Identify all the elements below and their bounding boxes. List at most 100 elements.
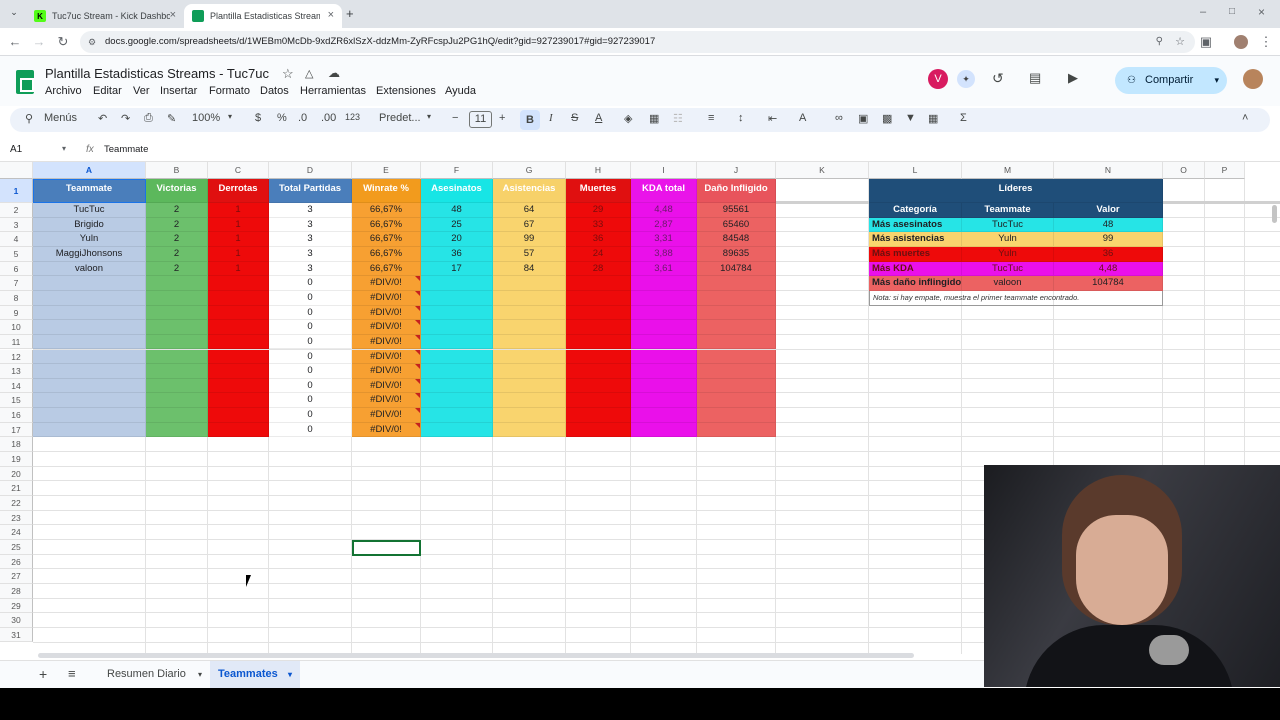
table-cell[interactable]: [697, 408, 776, 423]
header-cell[interactable]: Total Partidas: [269, 179, 352, 203]
print-icon[interactable]: ⎙: [144, 112, 153, 125]
table-cell[interactable]: Brigido: [33, 217, 146, 233]
table-cell[interactable]: [631, 290, 697, 306]
menu-editar[interactable]: Editar: [93, 85, 122, 97]
table-cell[interactable]: [208, 320, 269, 335]
merge-cells-icon[interactable]: ☷: [673, 112, 683, 125]
menu-ayuda[interactable]: Ayuda: [445, 85, 476, 97]
table-cell[interactable]: 99: [493, 232, 566, 247]
row-header-2[interactable]: 2: [0, 203, 33, 218]
header-cell[interactable]: Muertes: [566, 179, 631, 203]
bookmark-star-icon[interactable]: ☆: [1175, 31, 1185, 53]
column-header-m[interactable]: M: [962, 162, 1054, 179]
profile-avatar[interactable]: [1234, 35, 1248, 49]
table-cell[interactable]: 3,88: [631, 246, 697, 262]
column-header-o[interactable]: O: [1163, 162, 1205, 179]
paint-format-icon[interactable]: ✎: [167, 112, 176, 125]
column-header-b[interactable]: B: [146, 162, 208, 179]
table-cell[interactable]: 17: [421, 261, 493, 277]
share-button[interactable]: ⚇ Compartir ▾: [1115, 67, 1227, 94]
header-cell[interactable]: Winrate %: [352, 179, 421, 203]
table-cell[interactable]: [33, 422, 146, 438]
table-cell[interactable]: 0: [269, 305, 352, 321]
row-header-6[interactable]: 6: [0, 261, 33, 277]
new-tab-icon[interactable]: +: [346, 6, 354, 21]
table-cell[interactable]: [146, 276, 208, 291]
table-cell[interactable]: [208, 305, 269, 321]
row-header-3[interactable]: 3: [0, 217, 33, 233]
more-icon[interactable]: ⋮: [1258, 34, 1274, 50]
row-header-14[interactable]: 14: [0, 378, 33, 394]
table-cell[interactable]: 66,67%: [352, 246, 421, 262]
table-cell[interactable]: [631, 305, 697, 321]
table-cell[interactable]: [493, 378, 566, 394]
column-header-j[interactable]: J: [697, 162, 776, 179]
table-cell[interactable]: [566, 393, 631, 409]
column-header-f[interactable]: F: [421, 162, 493, 179]
all-sheets-icon[interactable]: ≡: [68, 666, 76, 681]
chevron-down-icon[interactable]: ▾: [288, 661, 292, 688]
column-header-p[interactable]: P: [1205, 162, 1245, 179]
table-cell[interactable]: [33, 378, 146, 394]
table-cell[interactable]: TucTuc: [33, 203, 146, 218]
table-cell[interactable]: [631, 378, 697, 394]
borders-icon[interactable]: ▦: [649, 112, 659, 125]
table-cell[interactable]: 66,67%: [352, 261, 421, 277]
leaders-cell[interactable]: Más daño inflingido: [869, 276, 962, 291]
column-header-a[interactable]: A: [33, 162, 146, 179]
zoom-select[interactable]: 100%: [192, 112, 220, 124]
row-header-13[interactable]: 13: [0, 364, 33, 379]
add-sheet-icon[interactable]: +: [39, 666, 47, 682]
leaders-cell[interactable]: Yuln: [962, 246, 1054, 262]
rotate-icon[interactable]: A: [799, 112, 806, 124]
table-cell[interactable]: 0: [269, 334, 352, 350]
row-header-12[interactable]: 12: [0, 349, 33, 365]
table-cell[interactable]: 29: [566, 203, 631, 218]
table-cell[interactable]: #DIV/0!: [352, 276, 421, 291]
cloud-status-icon[interactable]: ☁: [328, 66, 340, 80]
table-cell[interactable]: 3: [269, 203, 352, 218]
table-cell[interactable]: 64: [493, 203, 566, 218]
header-cell[interactable]: Daño Infligido: [697, 179, 776, 203]
table-cell[interactable]: [208, 378, 269, 394]
table-cell[interactable]: MaggiJhonsons: [33, 246, 146, 262]
row-header-24[interactable]: 24: [0, 525, 33, 540]
leaders-cell[interactable]: TucTuc: [962, 217, 1054, 233]
table-cell[interactable]: #DIV/0!: [352, 393, 421, 409]
table-cell[interactable]: 20: [421, 232, 493, 247]
table-cell[interactable]: 2: [146, 261, 208, 277]
table-cell[interactable]: [146, 349, 208, 365]
table-cell[interactable]: 4,48: [631, 203, 697, 218]
browser-tab-sheets[interactable]: Plantilla Estadisticas Streams - ×: [184, 4, 342, 28]
menu-insertar[interactable]: Insertar: [160, 85, 197, 97]
back-icon[interactable]: ←: [7, 34, 23, 50]
table-cell[interactable]: [208, 290, 269, 306]
minimize-icon[interactable]: –: [1200, 6, 1206, 18]
table-cell[interactable]: [697, 334, 776, 350]
table-cell[interactable]: 84: [493, 261, 566, 277]
row-header-17[interactable]: 17: [0, 422, 33, 438]
table-cell[interactable]: #DIV/0!: [352, 364, 421, 379]
row-header-21[interactable]: 21: [0, 481, 33, 496]
close-icon[interactable]: ×: [328, 9, 334, 21]
table-cell[interactable]: [146, 334, 208, 350]
header-cell[interactable]: Asesinatos: [421, 179, 493, 203]
table-cell[interactable]: 3,61: [631, 261, 697, 277]
table-cell[interactable]: 1: [208, 261, 269, 277]
column-header-e[interactable]: E: [352, 162, 421, 179]
table-cell[interactable]: [146, 393, 208, 409]
table-cell[interactable]: [493, 290, 566, 306]
number-format-button[interactable]: 123: [345, 112, 360, 122]
table-cell[interactable]: #DIV/0!: [352, 422, 421, 438]
table-cell[interactable]: [208, 364, 269, 379]
table-cell[interactable]: 0: [269, 408, 352, 423]
column-header-h[interactable]: H: [566, 162, 631, 179]
table-cell[interactable]: 36: [566, 232, 631, 247]
row-header-19[interactable]: 19: [0, 452, 33, 467]
functions-icon[interactable]: Σ: [960, 112, 967, 124]
table-cell[interactable]: 3,31: [631, 232, 697, 247]
table-cell[interactable]: 104784: [697, 261, 776, 277]
table-cell[interactable]: 0: [269, 393, 352, 409]
table-cell[interactable]: [697, 378, 776, 394]
table-cell[interactable]: [146, 305, 208, 321]
